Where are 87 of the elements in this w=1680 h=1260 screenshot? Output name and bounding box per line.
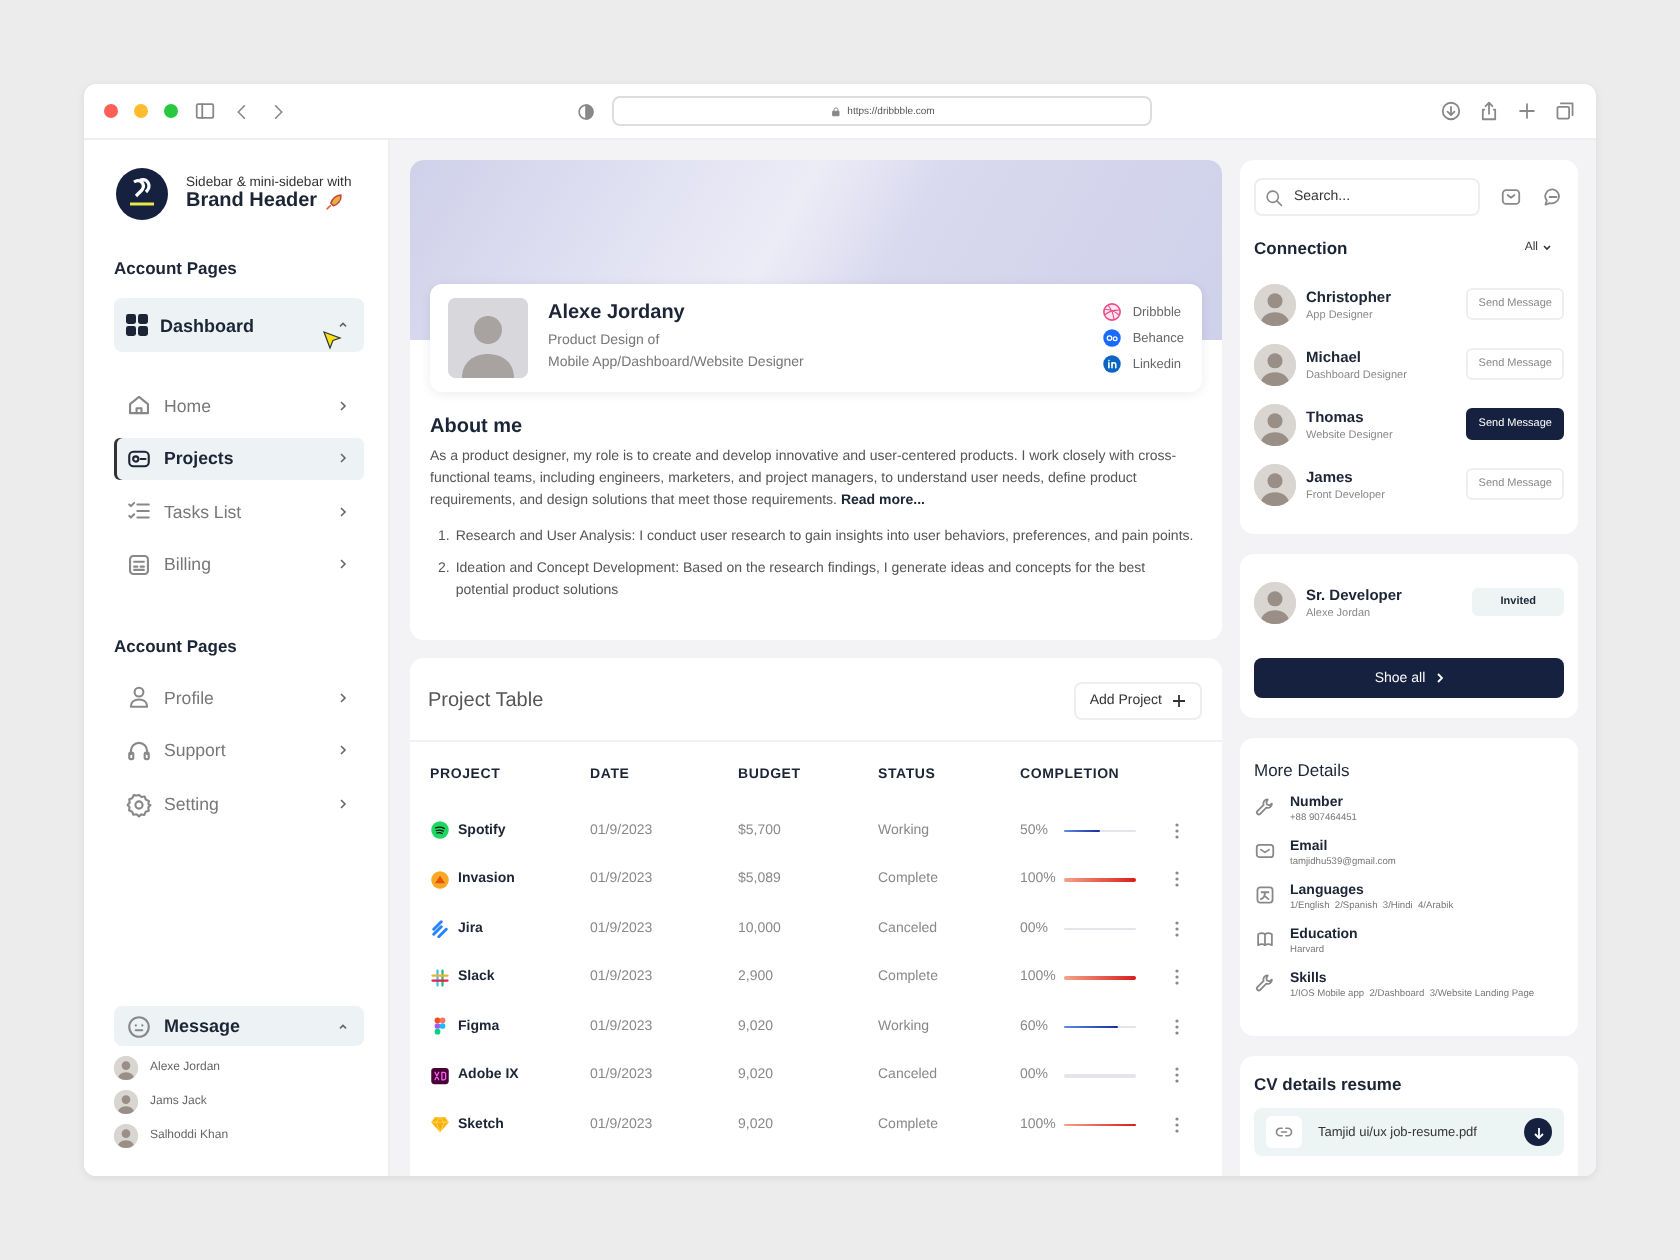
- chevron-icon: [338, 691, 348, 704]
- more-icon[interactable]: [1174, 870, 1180, 889]
- lock-icon: [829, 105, 842, 117]
- arrow-down-icon: [1531, 1125, 1545, 1139]
- grid-icon: [126, 314, 148, 336]
- caret-icon: [338, 320, 348, 330]
- avatar: [114, 1090, 138, 1114]
- chevron-icon: [1435, 672, 1444, 684]
- headset-icon: [126, 737, 152, 764]
- wrench-icon: [1254, 796, 1276, 818]
- section-title: Account Pages: [114, 636, 239, 657]
- book-icon: [1254, 928, 1276, 950]
- ball-icon: [1102, 302, 1123, 322]
- chevron-icon: [338, 399, 348, 411]
- card-icon: [126, 445, 152, 472]
- avatar: [1254, 403, 1296, 445]
- download-button[interactable]: [1524, 1118, 1552, 1146]
- window-zoom-button[interactable]: [164, 104, 178, 118]
- avatar: [1254, 463, 1296, 505]
- sidebar-item[interactable]: Setting: [114, 783, 364, 826]
- chevron-icon: [338, 744, 348, 757]
- link-icon: [1274, 1122, 1294, 1142]
- table-title: Project Table: [428, 690, 544, 713]
- brand-title: Brand Header: [186, 190, 318, 212]
- photo-placeholder: [448, 298, 528, 378]
- avatar: [1254, 283, 1296, 325]
- arrows-icon: [430, 918, 450, 939]
- contrast-icon: [576, 101, 596, 121]
- avatar: [1254, 581, 1296, 623]
- profile-name: Alexe Jordany: [548, 301, 687, 324]
- logo-icon: [114, 166, 170, 222]
- sidebar-item[interactable]: Billing: [114, 543, 364, 586]
- mail-icon: [1254, 840, 1276, 862]
- more-icon[interactable]: [1174, 1066, 1180, 1085]
- chevron-icon: [338, 798, 348, 811]
- circle-icon: [1102, 328, 1123, 348]
- plus-icon: [1172, 694, 1186, 709]
- sidebar-icon: [194, 100, 216, 122]
- tabs-icon: [1554, 100, 1576, 122]
- user-icon: [126, 684, 152, 711]
- section-title: About me: [430, 416, 525, 438]
- chevron-icon: [338, 505, 348, 518]
- spotify-icon: [430, 820, 450, 841]
- in-icon: [1102, 354, 1123, 374]
- plus-icon: [1516, 100, 1538, 122]
- emblem-icon: [430, 869, 450, 890]
- cursor-icon: [318, 326, 344, 352]
- caret-icon: [338, 1021, 348, 1031]
- chevron-icon: [338, 452, 348, 465]
- sidebar-item[interactable]: Home: [114, 384, 364, 426]
- section-title: Connection: [1254, 238, 1348, 258]
- more-icon[interactable]: [1174, 919, 1180, 938]
- avatar: [114, 1124, 138, 1148]
- download-icon: [1440, 100, 1462, 122]
- chevron-icon: [338, 558, 348, 571]
- sidebar-item[interactable]: Support: [114, 729, 364, 772]
- settings-icon: [126, 791, 152, 818]
- checklist-icon: [126, 498, 152, 525]
- window-close-button[interactable]: [104, 104, 118, 118]
- share-icon: [1478, 100, 1500, 122]
- section-title: CV details resume: [1254, 1074, 1404, 1094]
- sidebar-item[interactable]: Projects: [114, 437, 364, 480]
- invoice-icon: [126, 551, 152, 578]
- sidebar-item[interactable]: Tasks List: [114, 490, 364, 533]
- caret-icon: [1542, 244, 1552, 252]
- chat-icon: [126, 1013, 152, 1039]
- avatar: [1254, 343, 1296, 385]
- avatar: [114, 1056, 138, 1080]
- message-menu[interactable]: Message: [114, 1006, 364, 1046]
- gem-icon: [430, 1114, 450, 1135]
- wrench-icon: [1254, 972, 1276, 994]
- mail-icon: [1500, 186, 1522, 208]
- search-icon: [1264, 187, 1284, 207]
- sidebar-item[interactable]: Profile: [114, 676, 364, 719]
- xd-icon: [430, 1065, 450, 1086]
- more-icon[interactable]: [1174, 1115, 1180, 1134]
- dashboard-menu[interactable]: Dashboard: [114, 298, 364, 352]
- hash-icon: [430, 967, 450, 988]
- home-icon: [126, 392, 152, 418]
- section-title: Account Pages: [114, 258, 239, 278]
- more-icon[interactable]: [1174, 1017, 1180, 1036]
- figma-icon: [430, 1016, 450, 1037]
- more-icon[interactable]: [1174, 821, 1180, 840]
- section-title: More Details: [1254, 760, 1352, 780]
- translate-icon: [1254, 884, 1276, 906]
- more-icon[interactable]: [1174, 968, 1180, 987]
- chat-icon: [1542, 186, 1564, 208]
